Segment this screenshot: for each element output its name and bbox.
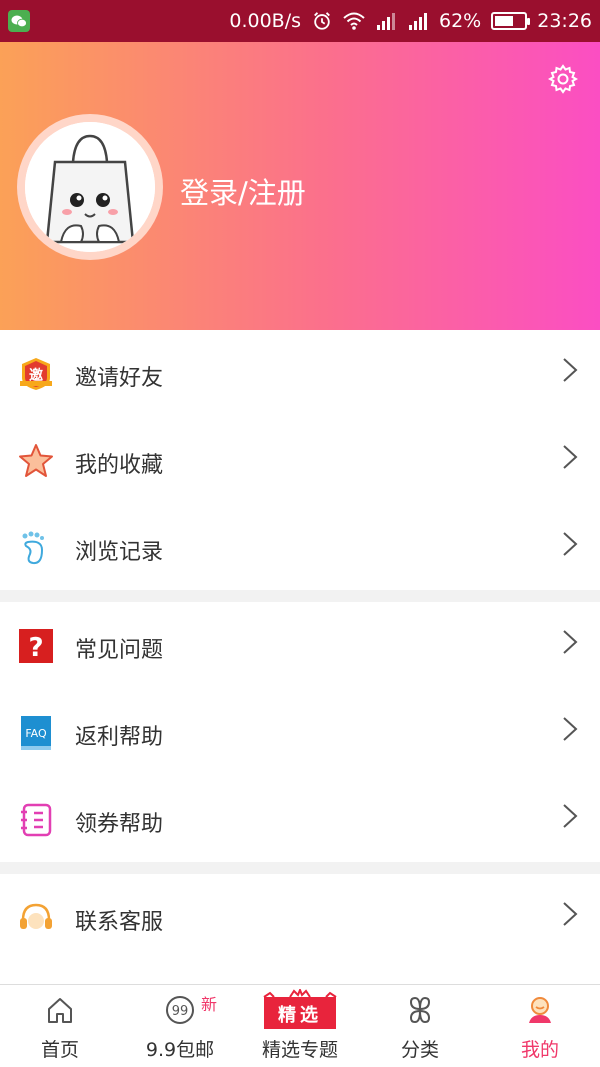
- wifi-icon: [343, 12, 365, 30]
- question-icon: ?: [19, 629, 53, 663]
- category-icon: [409, 996, 431, 1024]
- profile-icon: [529, 997, 551, 1023]
- network-speed: 0.00B/s: [229, 10, 301, 32]
- menu-item-label: 联系客服: [75, 910, 164, 935]
- menu-item-faq[interactable]: ? 常见问题: [0, 602, 600, 689]
- tab-9-9-free-shipping[interactable]: 99 新 9.9包邮: [120, 985, 240, 1067]
- chevron-right-icon: [563, 358, 578, 382]
- gear-icon[interactable]: [548, 64, 578, 94]
- clock: 23:26: [537, 10, 592, 32]
- signal-icon: [409, 13, 427, 30]
- star-icon: [19, 444, 53, 477]
- tab-category[interactable]: 分类: [360, 985, 480, 1067]
- signal-icon: [377, 13, 395, 30]
- invite-badge-icon: 邀: [20, 358, 52, 390]
- menu-item-customer-service[interactable]: 联系客服: [0, 874, 600, 961]
- avatar[interactable]: [17, 114, 163, 260]
- alarm-icon: [314, 12, 330, 30]
- menu-item-favorites[interactable]: 我的收藏: [0, 417, 600, 504]
- chevron-right-icon: [563, 532, 578, 556]
- menu-item-label: 返利帮助: [75, 725, 164, 750]
- footprint-icon: [22, 531, 44, 565]
- menu-group-account: 邀 邀请好友 我的收藏 浏览记录: [0, 330, 600, 590]
- svg-text:99: 99: [172, 1004, 189, 1019]
- home-icon: [48, 998, 72, 1023]
- wechat-icon: [8, 10, 30, 32]
- profile-header: 登录/注册: [0, 42, 600, 330]
- menu-item-label: 邀请好友: [75, 366, 164, 391]
- faq-book-icon: FAQ: [21, 716, 51, 750]
- chevron-right-icon: [563, 804, 578, 828]
- featured-icon: 精选: [260, 987, 340, 1031]
- menu-item-coupon-help[interactable]: 领券帮助: [0, 776, 600, 863]
- tab-label: 我的: [520, 1039, 559, 1061]
- tab-label: 9.9包邮: [145, 1039, 215, 1061]
- menu-item-label: 浏览记录: [75, 540, 164, 565]
- bottom-tab-bar: 首页 99 新 9.9包邮 精选 精选专题 分类 我的: [0, 984, 600, 1067]
- menu-group-service: 联系客服: [0, 874, 600, 984]
- tab-label: 首页: [40, 1039, 79, 1061]
- login-register-link[interactable]: 登录/注册: [180, 170, 306, 212]
- nine-nine-icon: 99: [166, 996, 194, 1024]
- menu-item-label: 领券帮助: [75, 812, 164, 837]
- menu-item-rebate-help[interactable]: FAQ 返利帮助: [0, 689, 600, 776]
- battery-icon: [491, 12, 531, 30]
- tab-home[interactable]: 首页: [0, 985, 120, 1067]
- svg-text:FAQ: FAQ: [25, 727, 47, 740]
- headset-icon: [20, 903, 52, 929]
- chevron-right-icon: [563, 445, 578, 469]
- menu-item-browse-history[interactable]: 浏览记录: [0, 504, 600, 591]
- featured-icon-text: 精选: [278, 1005, 322, 1026]
- new-badge: 新: [201, 995, 218, 1014]
- shopping-bag-mascot-icon: [25, 122, 155, 252]
- chevron-right-icon: [563, 630, 578, 654]
- tab-label: 分类: [400, 1039, 439, 1061]
- status-bar: 0.00B/s 62% 23:26: [0, 0, 600, 42]
- menu-item-label: 我的收藏: [75, 453, 164, 478]
- coupon-book-icon: [21, 803, 52, 837]
- tab-label: 精选专题: [261, 1039, 338, 1061]
- tab-featured-topics[interactable]: 精选 精选专题: [240, 985, 360, 1067]
- menu-item-label: 常见问题: [75, 638, 164, 663]
- chevron-right-icon: [563, 717, 578, 741]
- menu-item-invite-friends[interactable]: 邀 邀请好友: [0, 330, 600, 417]
- menu-group-help: ? 常见问题 FAQ 返利帮助 领券帮助: [0, 602, 600, 862]
- tab-mine[interactable]: 我的: [480, 985, 600, 1067]
- svg-text:?: ?: [28, 633, 43, 663]
- chevron-right-icon: [563, 902, 578, 926]
- battery-percent: 62%: [439, 10, 482, 32]
